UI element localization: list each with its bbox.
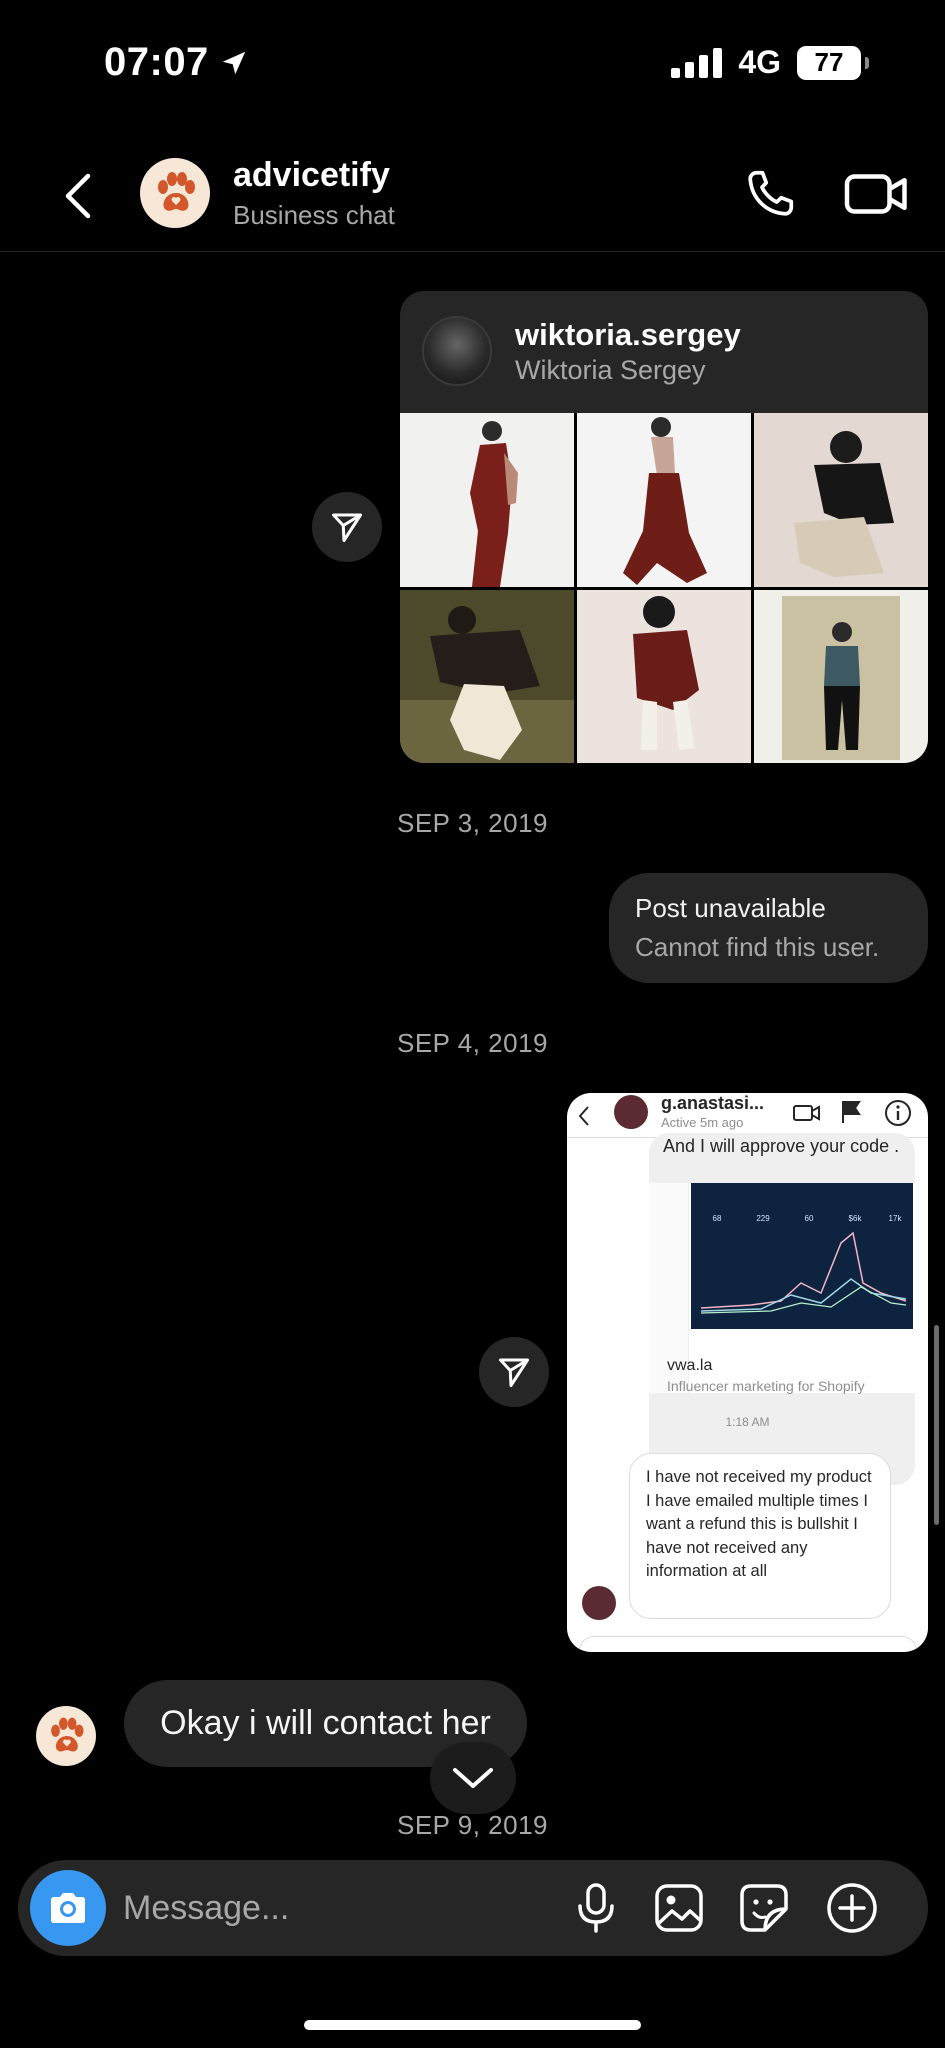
post-unavailable-title: Post unavailable [635, 893, 826, 923]
shared-screenshot-image[interactable]: g.anastasi... Active 5m ago And I will a… [567, 1093, 928, 1652]
stat-value: 60 [805, 1214, 814, 1223]
screenshot-composer [579, 1636, 917, 1652]
link-title: vwa.la [667, 1357, 713, 1374]
post-unavailable-bubble[interactable]: Post unavailable Cannot find this user. [609, 873, 928, 983]
post-thumbnail[interactable] [754, 590, 928, 763]
share-button[interactable] [479, 1337, 549, 1407]
date-separator: SEP 9, 2019 [396, 1810, 549, 1840]
post-thumbnail[interactable] [400, 590, 574, 763]
chat-subtitle: Business chat [233, 200, 395, 230]
screenshot-message-bubble: I have not received my product I have em… [629, 1453, 891, 1619]
camera-icon [51, 1893, 85, 1923]
avatar [582, 1586, 616, 1620]
profile-post-grid [400, 413, 928, 763]
screenshot-username: g.anastasi... [661, 1093, 765, 1113]
message-composer [18, 1860, 928, 1956]
scrollbar[interactable] [934, 1325, 939, 1525]
gallery-icon[interactable] [653, 1882, 705, 1934]
screenshot-message-text: I have not received my product I have em… [646, 1468, 872, 1580]
paw-icon [158, 172, 195, 211]
stat-value: 229 [756, 1214, 770, 1223]
scroll-to-bottom-button[interactable] [430, 1742, 516, 1814]
profile-avatar [422, 316, 492, 386]
shared-full-name: Wiktoria Sergey [515, 355, 706, 385]
location-arrow-icon [222, 51, 246, 74]
network-type: 4G [738, 44, 781, 80]
date-separator: SEP 3, 2019 [396, 808, 549, 838]
back-icon[interactable] [58, 166, 98, 226]
screenshot-header: g.anastasi... Active 5m ago [567, 1093, 928, 1138]
video-camera-icon[interactable] [842, 164, 912, 224]
chevron-down-icon [453, 1768, 493, 1788]
screenshot-timestamp: 1:18 AM [725, 1415, 770, 1429]
avatar[interactable] [36, 1706, 96, 1766]
screenshot-message-top: And I will approve your code . [663, 1136, 900, 1156]
chat-header: advicetify Business chat [0, 140, 945, 252]
clock: 07:07 [104, 40, 209, 84]
battery-level: 77 [814, 47, 844, 77]
back-icon [578, 1106, 589, 1126]
camera-button[interactable] [30, 1870, 106, 1946]
avatar [614, 1095, 648, 1129]
screenshot-active-status: Active 5m ago [661, 1115, 744, 1130]
shared-profile-card[interactable]: wiktoria.sergey Wiktoria Sergey [400, 291, 928, 763]
home-indicator[interactable] [304, 2020, 641, 2030]
microphone-icon[interactable] [570, 1882, 622, 1934]
status-bar-right: 4G 77 [671, 44, 869, 81]
stat-value: 17k [889, 1214, 903, 1223]
battery-icon: 77 [797, 45, 869, 80]
date-separator: SEP 4, 2019 [396, 1028, 549, 1058]
stat-value: 68 [713, 1214, 722, 1223]
link-subtitle: Influencer marketing for Shopify [667, 1378, 865, 1394]
post-thumbnail[interactable] [400, 413, 574, 587]
paw-icon [51, 1717, 84, 1752]
shared-username: wiktoria.sergey [515, 317, 741, 352]
signal-icon [671, 47, 723, 78]
incoming-message-text: Okay i will contact her [160, 1704, 491, 1742]
post-thumbnail[interactable] [577, 413, 751, 587]
stat-value: $6k [849, 1214, 863, 1223]
share-button[interactable] [312, 492, 382, 562]
status-bar-time: 07:07 [104, 40, 249, 85]
screenshot-link-message: And I will approve your code . 68 229 60… [649, 1133, 915, 1485]
video-camera-icon [793, 1105, 820, 1121]
post-thumbnail[interactable] [754, 413, 928, 587]
sticker-icon[interactable] [738, 1882, 790, 1934]
chat-title[interactable]: advicetify [233, 156, 390, 195]
flag-icon [842, 1101, 861, 1123]
send-icon [499, 1358, 529, 1387]
post-unavailable-subtitle: Cannot find this user. [635, 932, 880, 962]
avatar[interactable] [140, 158, 210, 228]
post-thumbnail[interactable] [577, 590, 751, 763]
phone-icon[interactable] [740, 164, 800, 224]
send-icon [332, 513, 362, 542]
plus-icon[interactable] [826, 1882, 878, 1934]
message-input[interactable] [123, 1880, 423, 1936]
info-icon [885, 1100, 911, 1126]
